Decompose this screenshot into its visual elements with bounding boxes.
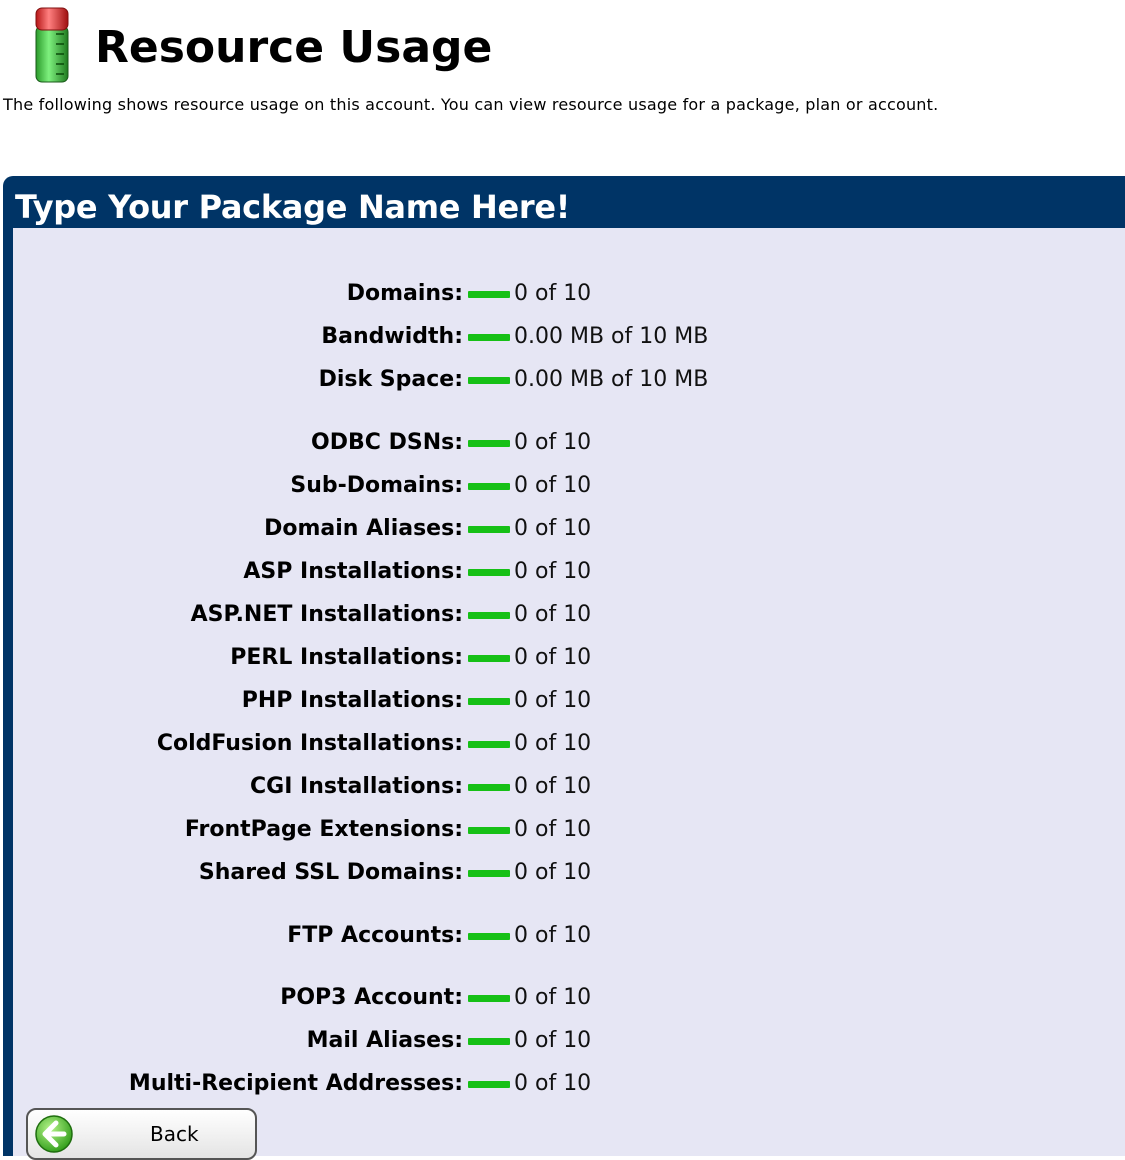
usage-label: PHP Installations: (241, 688, 463, 713)
usage-row: FTP Accounts: 0 of 10 (13, 919, 1125, 953)
usage-row: Multi-Recipient Addresses: 0 of 10 (13, 1067, 1125, 1101)
usage-value: 0.00 MB of 10 MB (514, 367, 709, 392)
usage-row: Mail Aliases: 0 of 10 (13, 1024, 1125, 1058)
page-header: Resource Usage (0, 0, 1125, 90)
usage-value: 0 of 10 (514, 774, 592, 799)
usage-row: Disk Space: 0.00 MB of 10 MB (13, 363, 1125, 397)
usage-row: PHP Installations: 0 of 10 (13, 684, 1125, 718)
usage-row: CGI Installations: 0 of 10 (13, 770, 1125, 804)
usage-row: PERL Installations: 0 of 10 (13, 641, 1125, 675)
usage-label: Shared SSL Domains: (198, 860, 463, 885)
usage-bar (468, 933, 510, 940)
usage-value: 0 of 10 (514, 688, 592, 713)
usage-bar (468, 827, 510, 834)
usage-label: FrontPage Extensions: (184, 817, 463, 842)
usage-value: 0 of 10 (514, 860, 592, 885)
usage-value: 0 of 10 (514, 473, 592, 498)
usage-bar (468, 1038, 510, 1045)
page-description: The following shows resource usage on th… (3, 95, 939, 114)
usage-row: Domain Aliases: 0 of 10 (13, 512, 1125, 546)
usage-label: ODBC DSNs: (311, 430, 463, 455)
usage-value: 0.00 MB of 10 MB (514, 324, 709, 349)
usage-value: 0 of 10 (514, 985, 592, 1010)
usage-label: Domain Aliases: (264, 516, 463, 541)
usage-label: Domains: (346, 281, 463, 306)
usage-bar (468, 995, 510, 1002)
package-panel: Type Your Package Name Here! Domains: 0 o… (3, 176, 1125, 1160)
usage-row: Shared SSL Domains: 0 of 10 (13, 856, 1125, 890)
usage-label: PERL Installations: (230, 645, 463, 670)
usage-bar (468, 1081, 510, 1088)
usage-label: Sub-Domains: (290, 473, 463, 498)
usage-bar (468, 377, 510, 384)
back-button[interactable]: Back (26, 1108, 257, 1160)
usage-row: POP3 Account: 0 of 10 (13, 981, 1125, 1015)
usage-value: 0 of 10 (514, 1071, 592, 1096)
usage-value: 0 of 10 (514, 645, 592, 670)
usage-bar (468, 334, 510, 341)
usage-bar (468, 870, 510, 877)
back-arrow-icon (35, 1115, 73, 1153)
usage-value: 0 of 10 (514, 281, 592, 306)
usage-value: 0 of 10 (514, 923, 592, 948)
usage-bar (468, 698, 510, 705)
usage-bar (468, 655, 510, 662)
usage-bar (468, 291, 510, 298)
usage-row: ASP Installations: 0 of 10 (13, 555, 1125, 589)
usage-value: 0 of 10 (514, 430, 592, 455)
usage-bar (468, 440, 510, 447)
usage-row: Domains: 0 of 10 (13, 277, 1125, 311)
usage-value: 0 of 10 (514, 602, 592, 627)
usage-value: 0 of 10 (514, 817, 592, 842)
usage-label: Bandwidth: (321, 324, 463, 349)
usage-row: FrontPage Extensions: 0 of 10 (13, 813, 1125, 847)
usage-label: Multi-Recipient Addresses: (128, 1071, 463, 1096)
usage-bar (468, 569, 510, 576)
usage-label: FTP Accounts: (287, 923, 463, 948)
usage-bar (468, 483, 510, 490)
usage-value: 0 of 10 (514, 731, 592, 756)
usage-row: Bandwidth: 0.00 MB of 10 MB (13, 320, 1125, 354)
usage-label: ASP.NET Installations: (190, 602, 463, 627)
usage-bar (468, 612, 510, 619)
usage-row: ODBC DSNs: 0 of 10 (13, 426, 1125, 460)
usage-list: Domains: 0 of 10 Bandwidth: 0.00 MB of 10 M… (13, 228, 1125, 1160)
usage-label: CGI Installations: (249, 774, 463, 799)
usage-row: ASP.NET Installations: 0 of 10 (13, 598, 1125, 632)
usage-label: POP3 Account: (280, 985, 463, 1010)
package-name: Type Your Package Name Here! (15, 188, 571, 226)
usage-label: Disk Space: (318, 367, 463, 392)
usage-label: ASP Installations: (243, 559, 463, 584)
back-button-label: Back (150, 1122, 199, 1146)
usage-label: Mail Aliases: (306, 1028, 463, 1053)
resource-meter-icon (35, 7, 69, 83)
usage-bar (468, 526, 510, 533)
page-title: Resource Usage (95, 22, 493, 73)
usage-value: 0 of 10 (514, 559, 592, 584)
usage-row: ColdFusion Installations: 0 of 10 (13, 727, 1125, 761)
usage-bar (468, 784, 510, 791)
usage-value: 0 of 10 (514, 516, 592, 541)
usage-label: ColdFusion Installations: (156, 731, 463, 756)
usage-row: Sub-Domains: 0 of 10 (13, 469, 1125, 503)
usage-value: 0 of 10 (514, 1028, 592, 1053)
usage-bar (468, 741, 510, 748)
